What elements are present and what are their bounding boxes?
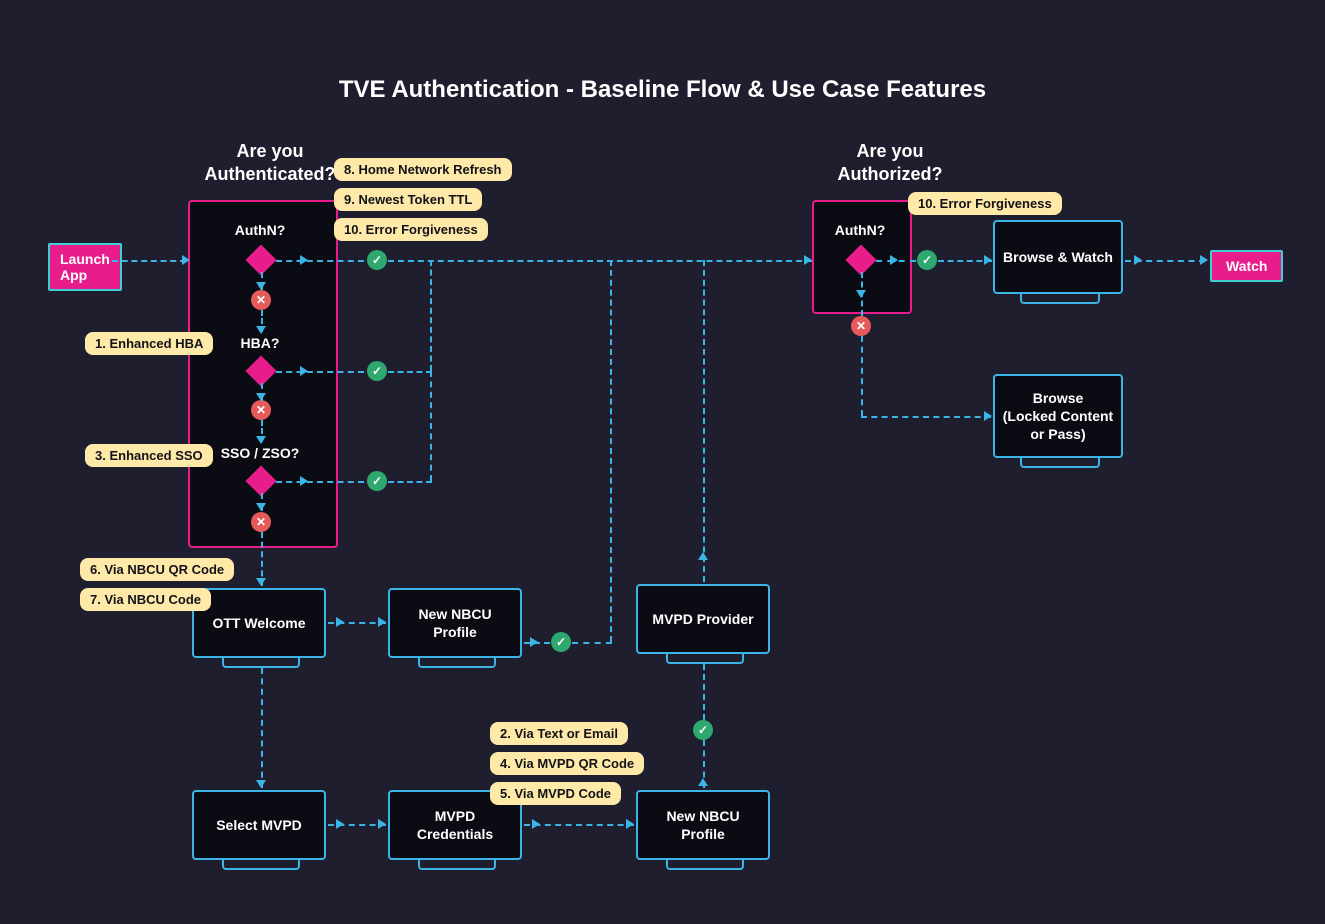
tv-new-profile-a: New NBCU Profile (388, 588, 522, 658)
conn (610, 260, 612, 642)
conn (388, 260, 812, 262)
arrow-icon (984, 255, 992, 265)
tv-browse-watch: Browse & Watch (993, 220, 1123, 294)
arrow-icon (698, 778, 708, 786)
arrow-icon (336, 617, 344, 627)
arrow-icon (984, 411, 992, 421)
authn-ok-icon: ✓ (367, 250, 387, 270)
arrow-icon (890, 255, 898, 265)
arrow-icon (336, 819, 344, 829)
tv-new-profile-b-stand (666, 860, 744, 870)
arrow-icon (256, 578, 266, 586)
conn (861, 416, 991, 418)
section-authorized: Are you Authorized? (800, 140, 980, 185)
arrow-icon (1200, 255, 1208, 265)
tv-mvpd-provider-stand (666, 654, 744, 664)
conn (276, 260, 364, 262)
tv-mvpd-credentials-stand (418, 860, 496, 870)
arrow-icon (256, 282, 266, 290)
tag-error-forgiveness-a: 10. Error Forgiveness (334, 218, 488, 241)
conn (388, 371, 432, 373)
page-title: TVE Authentication - Baseline Flow & Use… (0, 76, 1325, 104)
tag-enhanced-hba: 1. Enhanced HBA (85, 332, 213, 355)
arrow-icon (300, 476, 308, 486)
sso-fail-icon: ✕ (251, 512, 271, 532)
tag-via-nbcu-code: 7. Via NBCU Code (80, 588, 211, 611)
tv-browse-locked: Browse (Locked Content or Pass) (993, 374, 1123, 458)
arrow-icon (626, 819, 634, 829)
arrow-icon (698, 552, 708, 560)
conn (261, 668, 263, 788)
tv-new-profile-a-stand (418, 658, 496, 668)
arrow-icon (256, 780, 266, 788)
conn (276, 371, 364, 373)
tag-newest-token-ttl: 9. Newest Token TTL (334, 188, 482, 211)
tv-browse-locked-stand (1020, 458, 1100, 468)
sso-label: SSO / ZSO? (200, 445, 320, 461)
arrow-icon (856, 290, 866, 298)
hba-label: HBA? (220, 335, 300, 351)
arrow-icon (300, 255, 308, 265)
authz-fail-icon: ✕ (851, 316, 871, 336)
conn (703, 664, 705, 720)
watch-action: Watch (1210, 250, 1283, 282)
arrow-icon (256, 436, 266, 444)
authz-label: AuthN? (820, 222, 900, 238)
conn (861, 336, 863, 416)
tag-via-nbcu-qr: 6. Via NBCU QR Code (80, 558, 234, 581)
tv-select-mvpd: Select MVPD (192, 790, 326, 860)
conn (430, 260, 432, 371)
conn (703, 260, 705, 582)
tag-via-mvpd-code: 5. Via MVPD Code (490, 782, 621, 805)
arrow-icon (378, 617, 386, 627)
profile2-ok-icon: ✓ (693, 720, 713, 740)
arrow-icon (1134, 255, 1142, 265)
tag-via-text-email: 2. Via Text or Email (490, 722, 628, 745)
authn-label: AuthN? (220, 222, 300, 238)
conn (430, 371, 432, 481)
tv-select-mvpd-stand (222, 860, 300, 870)
conn (112, 260, 186, 262)
authn-fail-icon: ✕ (251, 290, 271, 310)
tv-ott-welcome: OTT Welcome (192, 588, 326, 658)
profile-ok-icon: ✓ (551, 632, 571, 652)
arrow-icon (300, 366, 308, 376)
arrow-icon (256, 503, 266, 511)
tv-browse-watch-stand (1020, 294, 1100, 304)
section-authenticated: Are you Authenticated? (180, 140, 360, 185)
tag-home-network-refresh: 8. Home Network Refresh (334, 158, 512, 181)
conn (524, 824, 634, 826)
arrow-icon (532, 819, 540, 829)
arrow-icon (378, 819, 386, 829)
sso-ok-icon: ✓ (367, 471, 387, 491)
arrow-icon (182, 255, 190, 265)
conn (276, 481, 364, 483)
tv-mvpd-provider: MVPD Provider (636, 584, 770, 654)
tv-new-profile-b: New NBCU Profile (636, 790, 770, 860)
arrow-icon (256, 326, 266, 334)
hba-fail-icon: ✕ (251, 400, 271, 420)
tv-ott-welcome-stand (222, 658, 300, 668)
arrow-icon (530, 637, 538, 647)
launch-app-action: Launch App (48, 243, 122, 291)
tag-enhanced-sso: 3. Enhanced SSO (85, 444, 213, 467)
tag-via-mvpd-qr: 4. Via MVPD QR Code (490, 752, 644, 775)
authz-ok-icon: ✓ (917, 250, 937, 270)
arrow-icon (256, 393, 266, 401)
tag-error-forgiveness-b: 10. Error Forgiveness (908, 192, 1062, 215)
conn (388, 481, 432, 483)
arrow-icon (804, 255, 812, 265)
hba-ok-icon: ✓ (367, 361, 387, 381)
conn (572, 642, 612, 644)
